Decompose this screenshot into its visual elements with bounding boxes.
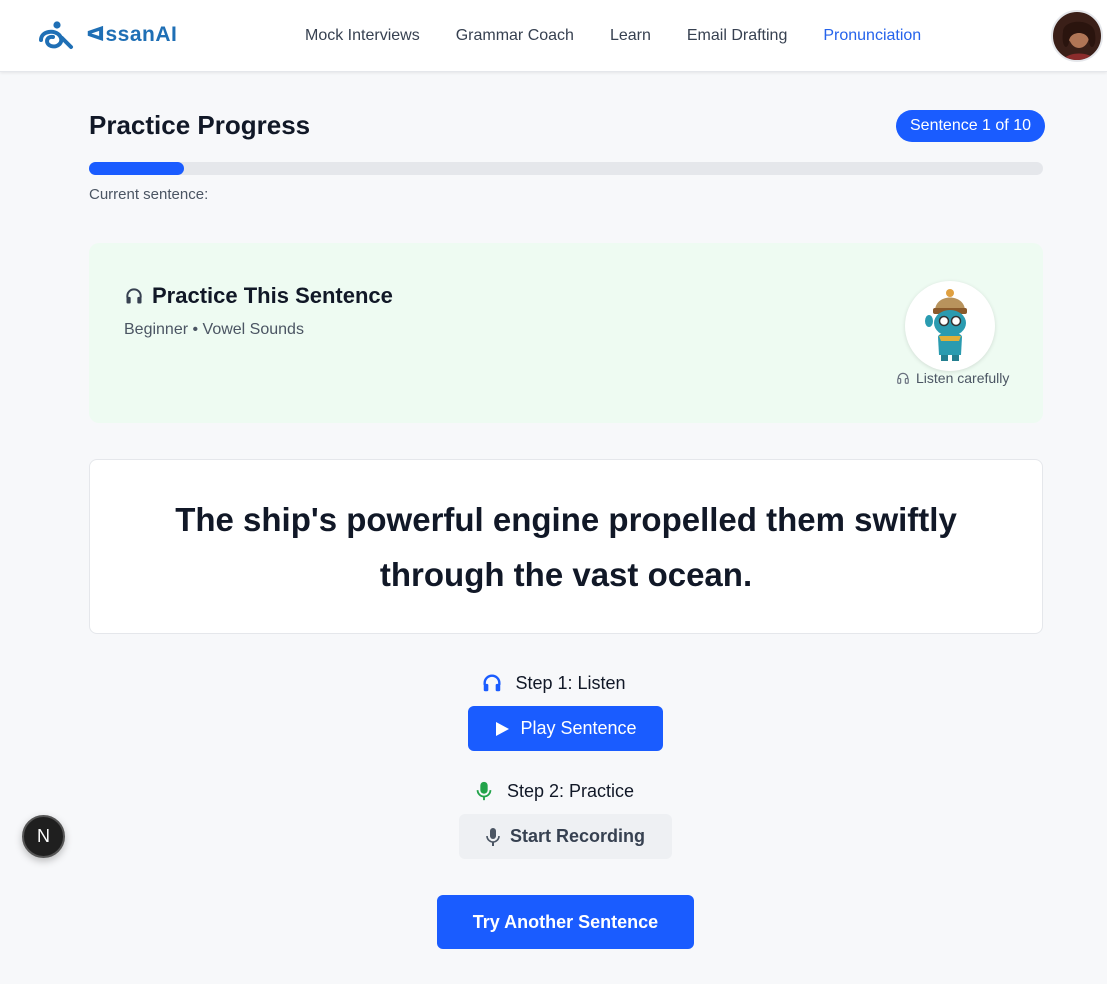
progress-fill: [89, 162, 185, 175]
start-recording-button[interactable]: Start Recording: [459, 814, 672, 859]
mascot-caption: Listen carefully: [896, 370, 1009, 386]
nav-mock-interviews[interactable]: Mock Interviews: [305, 25, 420, 47]
sentence-card: The ship's powerful engine propelled the…: [89, 459, 1043, 634]
nav-grammar-coach[interactable]: Grammar Coach: [456, 25, 574, 47]
microphone-green-icon: [476, 781, 492, 801]
practice-sentence: The ship's powerful engine propelled the…: [175, 500, 957, 593]
practice-card: Practice This Sentence Beginner • Vowel …: [89, 243, 1043, 423]
play-sentence-label: Play Sentence: [520, 718, 637, 738]
progress-bar: [89, 162, 1043, 175]
headphones-blue-icon: [483, 674, 501, 692]
step-1-label: Step 1: Listen: [0, 672, 1107, 694]
user-avatar[interactable]: [1051, 10, 1103, 62]
nav-learn[interactable]: Learn: [610, 25, 651, 47]
try-another-sentence-button[interactable]: Try Another Sentence: [437, 895, 694, 949]
play-icon: [496, 721, 510, 736]
mascot-icon: [925, 289, 967, 361]
practice-title-text: Practice This Sentence: [152, 283, 393, 308]
start-recording-label: Start Recording: [509, 826, 646, 846]
microphone-icon: [486, 827, 500, 846]
avatar-image: [1062, 21, 1096, 60]
practice-level: Beginner • Vowel Sounds: [124, 321, 304, 338]
current-sentence-label: Current sentence:: [89, 186, 209, 203]
mascot-caption-text: Listen carefully: [916, 370, 1010, 386]
progress-title: Practice Progress: [89, 110, 311, 140]
headphones-icon: [126, 288, 142, 304]
brand-logo[interactable]: ᐊssanAI: [36, 20, 177, 50]
nav-email-drafting[interactable]: Email Drafting: [687, 25, 787, 47]
logo-icon: [39, 21, 73, 49]
step-2-text: Step 2: Practice: [506, 780, 635, 801]
nav-pronunciation[interactable]: Pronunciation: [823, 25, 921, 47]
headphones-small-icon: [897, 372, 909, 384]
main-nav: Mock Interviews Grammar Coach Learn Emai…: [305, 25, 957, 47]
play-sentence-button[interactable]: Play Sentence: [468, 706, 663, 751]
brand-name: ᐊssanAI: [86, 23, 178, 46]
step-2-label: Step 2: Practice: [0, 780, 1107, 802]
dev-tools-badge[interactable]: N: [22, 815, 65, 858]
step-1-text: Step 1: Listen: [515, 672, 626, 693]
sentence-counter-badge: Sentence 1 of 10: [896, 110, 1045, 142]
top-navbar: ᐊssanAI Mock Interviews Grammar Coach Le…: [0, 0, 1107, 72]
mascot-image: [905, 281, 995, 371]
practice-title: Practice This Sentence: [124, 283, 393, 309]
